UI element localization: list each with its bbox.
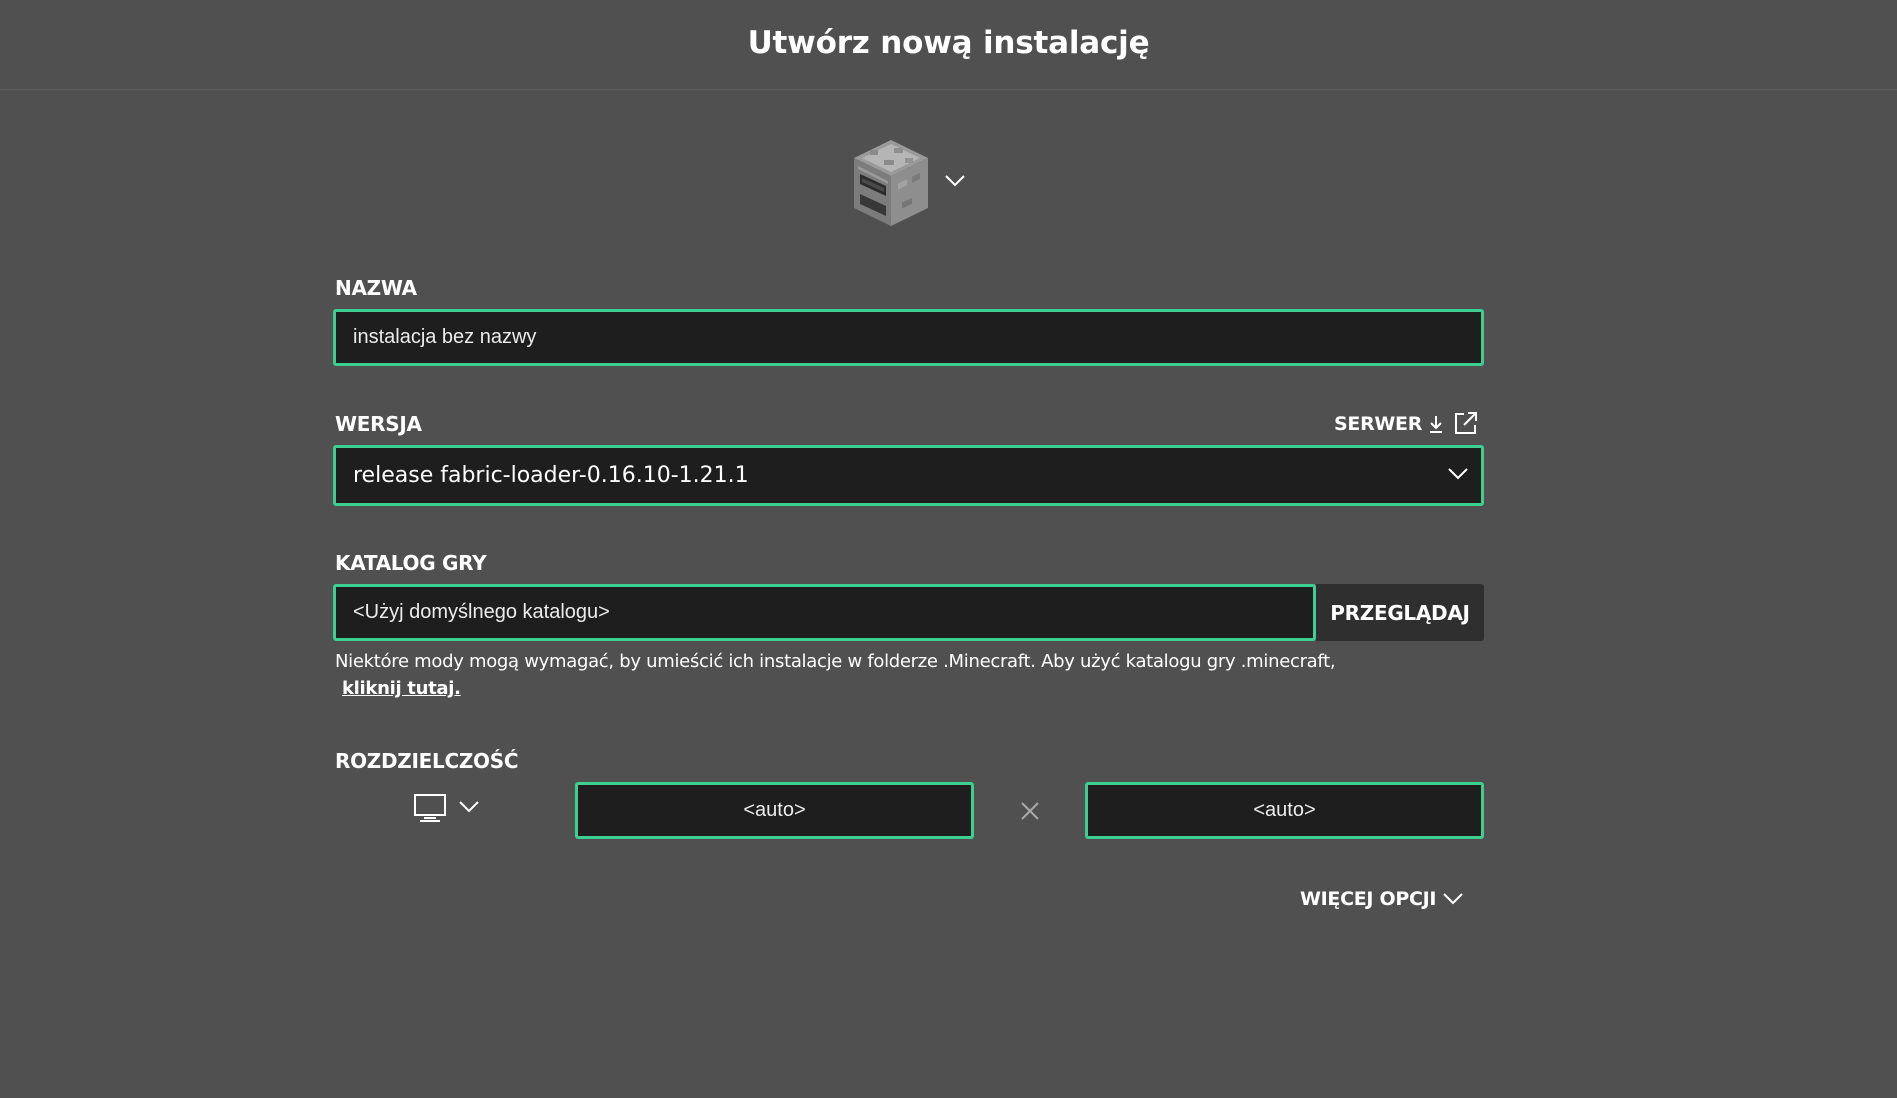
resolution-height-input[interactable]: <auto>: [1085, 782, 1484, 839]
game-directory-input[interactable]: <Użyj domyślnego katalogu>: [333, 584, 1316, 641]
click-here-link[interactable]: kliknij tutaj.: [342, 675, 461, 702]
chevron-down-icon: [1448, 468, 1468, 480]
installation-icon-picker[interactable]: [850, 136, 975, 228]
external-link-icon[interactable]: [1453, 410, 1479, 436]
resolution-label: ROZDZIELCZOŚĆ: [335, 749, 519, 773]
server-download-link[interactable]: SERWER: [1334, 410, 1444, 438]
page-title: Utwórz nową instalację: [747, 24, 1150, 61]
times-icon: [1021, 802, 1039, 820]
directory-hint-text: Niektóre mody mogą wymagać, by umieścić …: [335, 651, 1336, 672]
chevron-down-icon: [945, 175, 965, 187]
resolution-width-input[interactable]: <auto>: [575, 782, 974, 839]
server-label: SERWER: [1334, 413, 1423, 435]
download-icon: [1430, 416, 1443, 433]
name-label: NAZWA: [335, 276, 417, 300]
game-directory-label: KATALOG GRY: [335, 551, 487, 575]
monitor-icon: [414, 794, 446, 822]
more-options-toggle[interactable]: WIĘCEJ OPCJI: [1300, 888, 1464, 910]
browse-button[interactable]: PRZEGLĄDAJ: [1316, 584, 1484, 641]
version-label: WERSJA: [335, 412, 422, 436]
version-value: release fabric-loader-0.16.10-1.21.1: [353, 463, 749, 488]
chevron-down-icon: [459, 801, 479, 813]
name-input[interactable]: instalacja bez nazwy: [333, 309, 1484, 366]
resolution-preset-picker[interactable]: [414, 794, 480, 826]
dialog-header: Utwórz nową instalację: [0, 0, 1897, 90]
chevron-down-icon: [1443, 893, 1463, 905]
furnace-icon: [854, 140, 928, 226]
more-options-label: WIĘCEJ OPCJI: [1300, 888, 1437, 910]
version-select[interactable]: release fabric-loader-0.16.10-1.21.1: [333, 445, 1484, 506]
directory-hint: Niektóre mody mogą wymagać, by umieścić …: [335, 648, 1485, 702]
